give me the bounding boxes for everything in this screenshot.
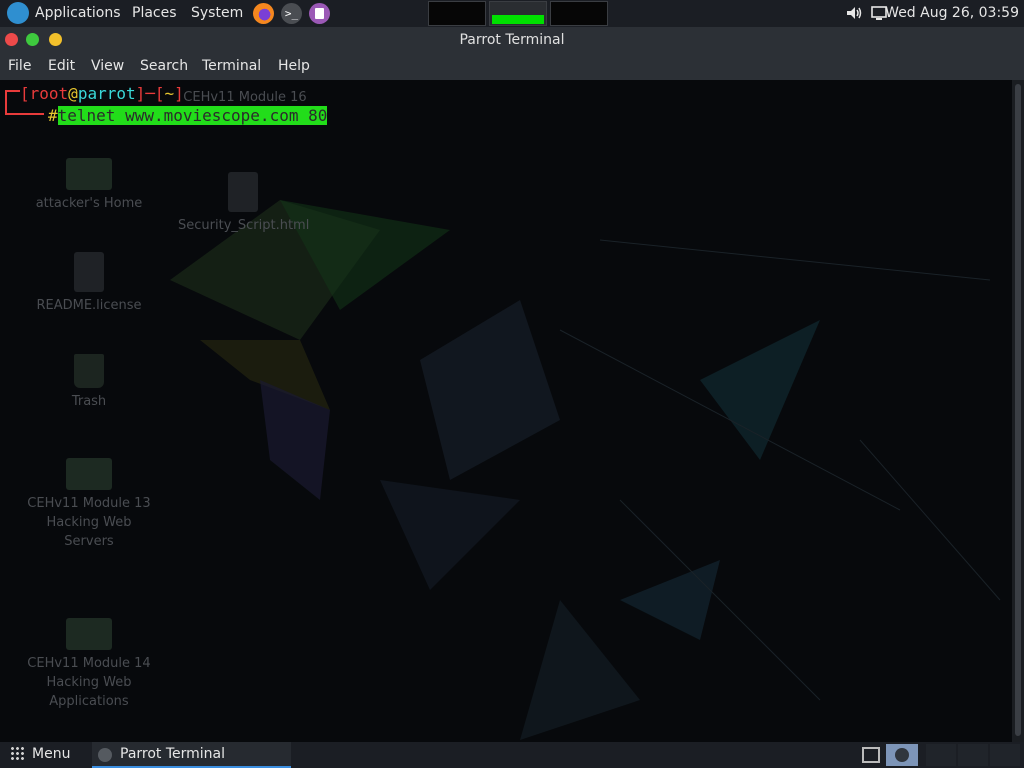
- command-text[interactable]: telnet www.moviescope.com 80: [57, 106, 328, 125]
- grid-icon: [10, 746, 24, 760]
- desktop-icon-module14[interactable]: CEHv11 Module 14 Hacking Web Application…: [24, 618, 154, 711]
- menu-terminal[interactable]: Terminal: [202, 58, 261, 74]
- prompt-host: parrot: [77, 84, 136, 103]
- prompt-cwd: ~: [164, 84, 175, 103]
- desktop-icon-label: CEHv11 Module 13 Hacking Web Servers: [27, 496, 151, 549]
- taskbar-label: Parrot Terminal: [120, 746, 226, 762]
- desktop-icon-readme[interactable]: README.license: [24, 252, 154, 315]
- screenshot-icon[interactable]: [862, 747, 880, 763]
- html-file-icon: [228, 172, 258, 212]
- desktop-icon-home[interactable]: attacker's Home: [24, 158, 154, 213]
- bottom-panel: Menu Parrot Terminal: [0, 742, 1024, 768]
- document-icon: [74, 252, 104, 292]
- top-panel: Applications Places System >_ Wed Aug 26…: [0, 0, 1024, 27]
- terminal-icon: [98, 748, 112, 762]
- maximize-button[interactable]: [49, 33, 62, 46]
- terminal-prompt: [root@parrot]─[~] #telnet www.moviescope…: [0, 82, 328, 158]
- folder-icon: [66, 458, 112, 490]
- desktop-icon-trash[interactable]: Trash: [24, 354, 154, 411]
- menu-file[interactable]: File: [8, 58, 31, 74]
- taskbar-parrot-terminal[interactable]: Parrot Terminal: [92, 742, 291, 768]
- desktop-icon-label: Security_Script.html: [178, 218, 310, 233]
- volume-icon[interactable]: [846, 5, 862, 21]
- menu-button[interactable]: Menu: [10, 746, 70, 762]
- terminal-tray-icon[interactable]: [886, 744, 918, 766]
- window-title-bar[interactable]: Parrot Terminal: [0, 27, 1024, 54]
- firefox-icon[interactable]: [253, 3, 274, 24]
- workspace-pager-4[interactable]: [990, 744, 1020, 766]
- prompt-user: root: [29, 84, 69, 103]
- menu-view[interactable]: View: [91, 58, 124, 74]
- desktop-icon-label: README.license: [36, 298, 142, 313]
- terminal-scrollbar[interactable]: [1012, 80, 1024, 742]
- workspace-pager-2[interactable]: [926, 744, 956, 766]
- applications-menu[interactable]: Applications: [35, 5, 121, 21]
- places-menu[interactable]: Places: [132, 5, 177, 21]
- prompt-hash: #: [48, 106, 58, 125]
- clock[interactable]: Wed Aug 26, 03:59: [885, 5, 1019, 21]
- close-button[interactable]: [5, 33, 18, 46]
- parrot-logo-icon[interactable]: [7, 2, 29, 24]
- menu-help[interactable]: Help: [278, 58, 310, 74]
- workspace-1[interactable]: [428, 1, 486, 26]
- workspace-pager-3[interactable]: [958, 744, 988, 766]
- minimize-button[interactable]: [26, 33, 39, 46]
- desktop-icon-module13[interactable]: CEHv11 Module 13 Hacking Web Servers: [24, 458, 154, 551]
- workspace-3[interactable]: [550, 1, 608, 26]
- menu-search[interactable]: Search: [140, 58, 188, 74]
- scrollbar-thumb[interactable]: [1015, 84, 1021, 736]
- workspace-activity-bar: [492, 15, 544, 24]
- menu-edit[interactable]: Edit: [48, 58, 75, 74]
- menu-label: Menu: [32, 746, 71, 762]
- workspace-2[interactable]: [489, 1, 547, 26]
- desktop-icon-label: Trash: [71, 394, 107, 409]
- terminal-icon[interactable]: >_: [281, 3, 302, 24]
- prompt-at: @: [68, 84, 78, 103]
- window-title: Parrot Terminal: [459, 32, 565, 48]
- desktop-icon-security-script[interactable]: Security_Script.html: [178, 172, 310, 235]
- terminal-area[interactable]: attacker's Home README.license Trash CEH…: [0, 80, 1012, 742]
- text-editor-icon[interactable]: [309, 3, 330, 24]
- desktop-icon-label: attacker's Home: [35, 196, 143, 211]
- prompt-line-1: [root@parrot]─[~]: [20, 84, 184, 103]
- system-menu[interactable]: System: [191, 5, 243, 21]
- desktop-icon-label: CEHv11 Module 14 Hacking Web Application…: [27, 656, 151, 709]
- folder-icon: [66, 618, 112, 650]
- trash-icon: [74, 354, 104, 388]
- prompt-line-2: #telnet www.moviescope.com 80: [48, 106, 328, 125]
- menu-bar: File Edit View Search Terminal Help: [0, 54, 1024, 80]
- folder-icon: [66, 158, 112, 190]
